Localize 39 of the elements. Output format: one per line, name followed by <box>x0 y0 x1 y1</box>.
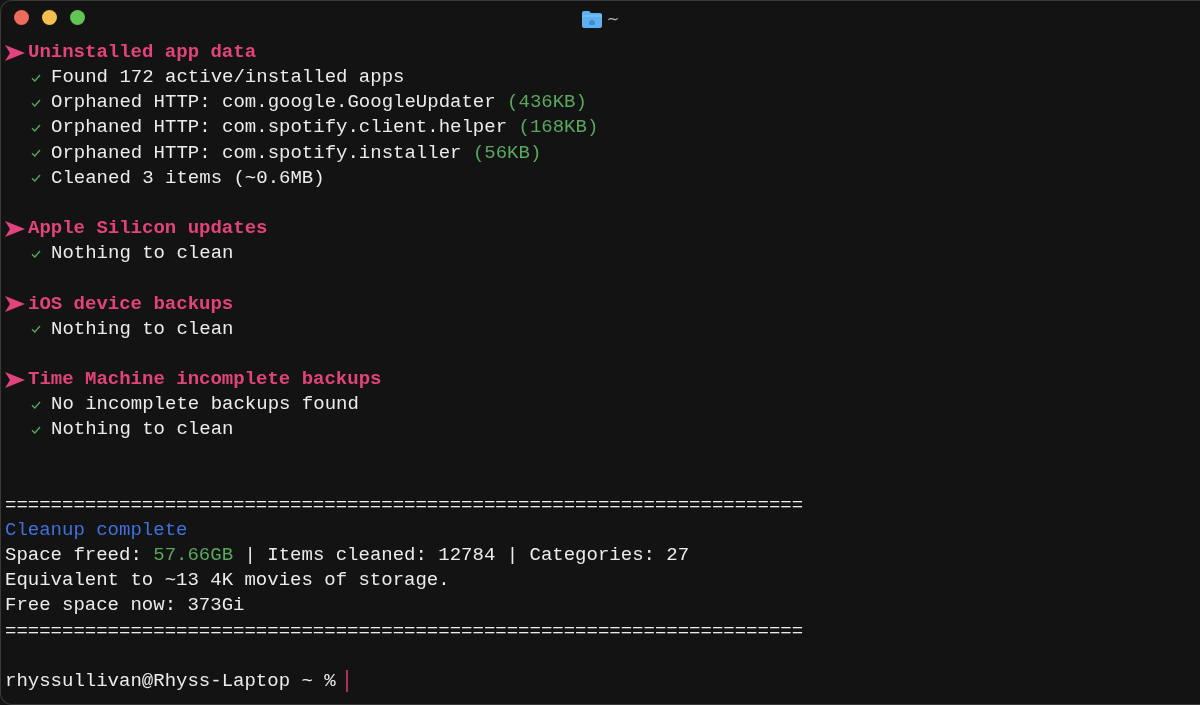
check-icon <box>31 400 41 409</box>
arrow-icon <box>5 220 25 237</box>
summary-text: Free space now: 373Gi <box>5 593 245 619</box>
check-icon <box>31 149 41 158</box>
check-icon <box>31 425 41 434</box>
shell-prompt: rhyssullivan@Rhyss-Laptop ~ % <box>5 668 336 694</box>
status-line: Nothing to clean <box>51 316 234 342</box>
arrow-icon <box>5 296 25 313</box>
maximize-button[interactable] <box>70 10 85 25</box>
status-line: Nothing to clean <box>51 241 234 267</box>
arrow-icon <box>5 371 25 388</box>
folder-icon <box>581 10 602 28</box>
window-title: ~ <box>606 9 620 30</box>
check-icon <box>31 73 41 82</box>
cursor-icon <box>345 670 348 693</box>
summary-text: Equivalent to ~13 4K movies of storage. <box>5 568 450 594</box>
section-heading: iOS device backups <box>28 291 234 317</box>
summary-stats: Space freed: 57.66GB | Items cleaned: 12784 | Categories: 27 <box>5 543 690 569</box>
status-line: Orphaned HTTP: com.spotify.installer (56KB) <box>51 140 542 166</box>
arrow-icon <box>5 44 25 61</box>
status-line: Orphaned HTTP: com.spotify.client.helper (168KB) <box>51 115 599 141</box>
status-line: Found 172 active/installed apps <box>51 65 405 91</box>
close-button[interactable] <box>14 10 29 25</box>
section-heading: Time Machine incomplete backups <box>28 367 382 393</box>
separator-rule: ====================================================================== <box>5 492 804 518</box>
check-icon <box>31 249 41 258</box>
summary-title: Cleanup complete <box>5 517 188 543</box>
check-icon <box>31 124 41 133</box>
section-heading: Apple Silicon updates <box>28 216 268 242</box>
status-line: Orphaned HTTP: com.google.GoogleUpdater (436KB) <box>51 90 587 116</box>
status-line: Nothing to clean <box>51 417 234 443</box>
status-line: Cleaned 3 items (~0.6MB) <box>51 165 325 191</box>
check-icon <box>31 174 41 183</box>
status-line: No incomplete backups found <box>51 392 359 418</box>
section-heading: Uninstalled app data <box>28 40 257 65</box>
minimize-button[interactable] <box>42 10 57 25</box>
separator-rule: ====================================================================== <box>5 618 804 644</box>
check-icon <box>31 325 41 334</box>
check-icon <box>31 98 41 107</box>
